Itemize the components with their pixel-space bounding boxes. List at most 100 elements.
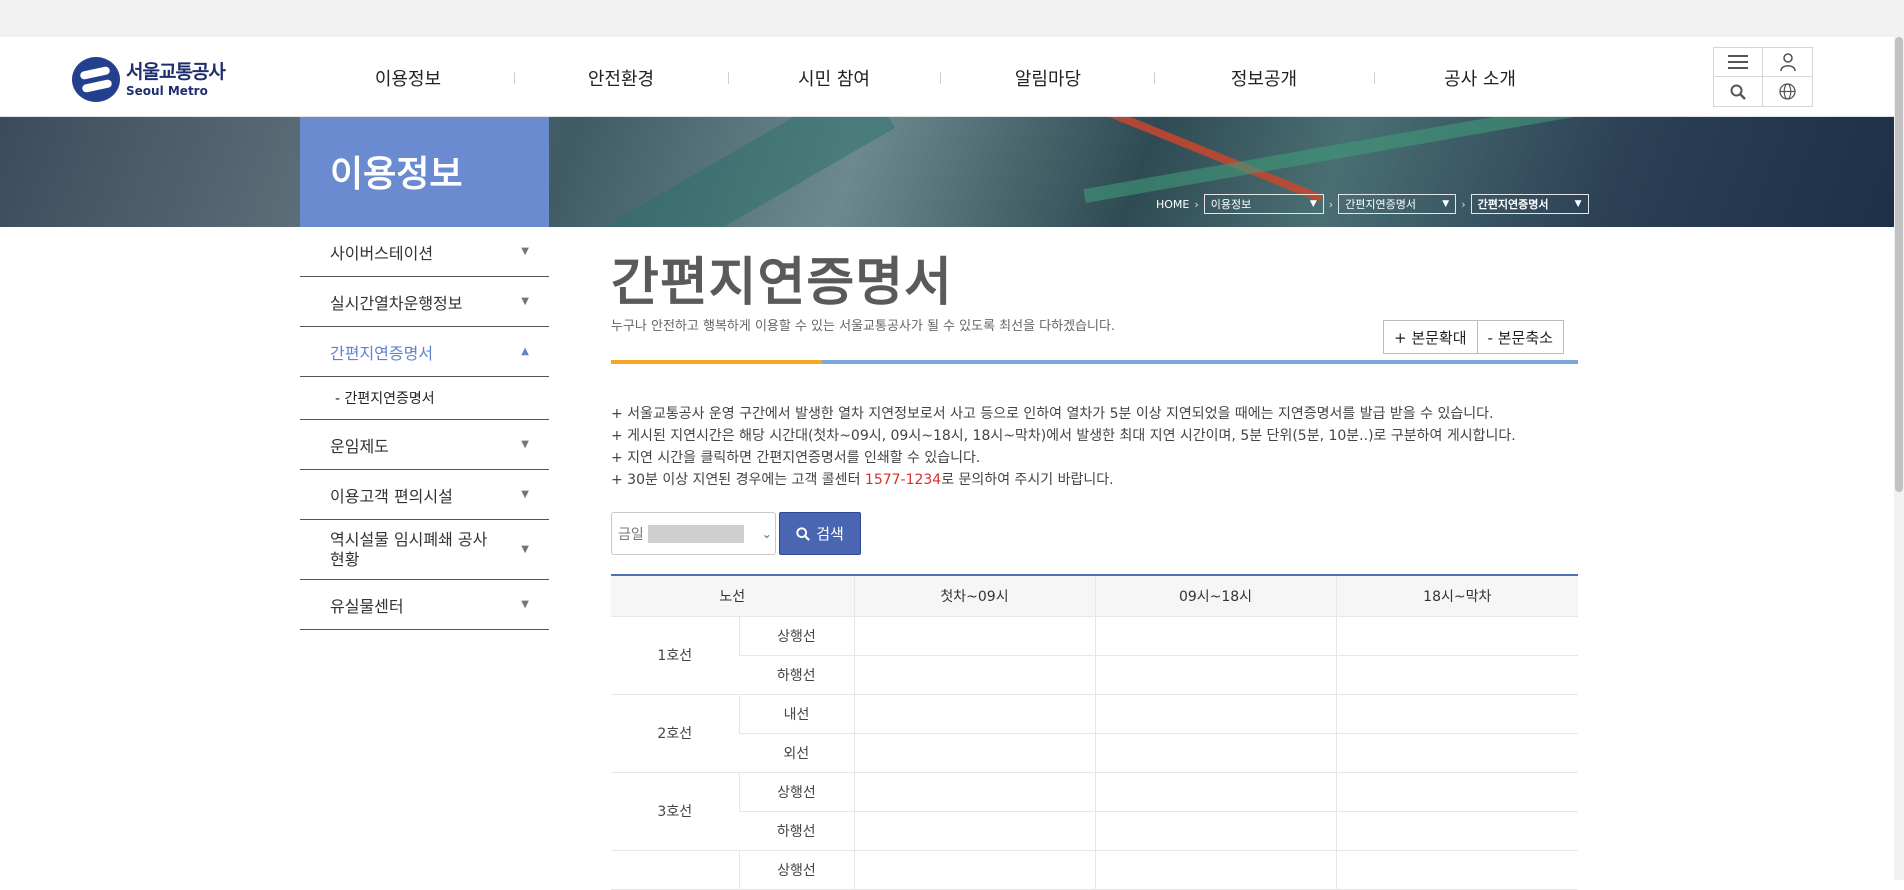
breadcrumb-select-level1[interactable]: 이용정보 ▼ xyxy=(1203,194,1324,214)
delay-cell[interactable] xyxy=(1094,655,1336,695)
delay-cell[interactable] xyxy=(1335,733,1578,773)
sidebar-item-lost-and-found[interactable]: 유실물센터 ▼ xyxy=(300,580,549,630)
nav-divider xyxy=(728,72,729,84)
delay-cell[interactable] xyxy=(853,811,1095,851)
search-icon[interactable] xyxy=(1714,77,1763,106)
direction-cell: 상행선 xyxy=(738,616,854,656)
date-select[interactable]: 금일 ⌄ xyxy=(611,512,776,555)
delay-cell[interactable] xyxy=(1094,850,1336,890)
sidebar-item-convenience-facilities[interactable]: 이용고객 편의시설 ▼ xyxy=(300,470,549,520)
table-row: 2호선 내선 xyxy=(611,694,1578,773)
nav-divider xyxy=(940,72,941,84)
scrollbar-thumb[interactable] xyxy=(1895,37,1903,492)
call-center-phone: 1577-1234 xyxy=(864,472,942,488)
line-name-cell: 3호선 xyxy=(611,772,739,851)
sidebar-item-label: 사이버스테이션 xyxy=(330,243,434,263)
notice-item: + 지연 시간을 클릭하면 간편지연증명서를 인쇄할 수 있습니다. xyxy=(611,450,981,466)
table-row: 상행선 xyxy=(611,850,1578,890)
delay-cell[interactable] xyxy=(1335,850,1578,890)
sidebar-item-delay-certificate[interactable]: 간편지연증명서 ▲ xyxy=(300,327,549,377)
delay-cell[interactable] xyxy=(1094,733,1336,773)
delay-cell[interactable] xyxy=(1335,655,1578,695)
sidebar-subitem-delay-certificate[interactable]: - 간편지연증명서 xyxy=(300,377,549,420)
breadcrumb-separator-icon: › xyxy=(1461,197,1466,211)
delay-cell[interactable] xyxy=(1094,772,1336,812)
delay-cell[interactable] xyxy=(1094,811,1336,851)
sidebar-item-fare-system[interactable]: 운임제도 ▼ xyxy=(300,420,549,470)
chevron-down-icon: ▼ xyxy=(521,489,529,500)
user-icon[interactable] xyxy=(1763,48,1812,77)
column-header-line: 노선 xyxy=(611,574,854,617)
nav-item-info-disclosure[interactable]: 정보공개 xyxy=(1231,65,1297,91)
breadcrumb-level2-label: 간편지연증명서 xyxy=(1345,198,1417,211)
browser-top-strip xyxy=(0,0,1904,37)
chevron-down-icon: ▼ xyxy=(521,439,529,450)
table-row: 하행선 xyxy=(611,811,1578,851)
breadcrumb: HOME › 이용정보 ▼ › 간편지연증명서 ▼ › 간편지연증명서 ▼ xyxy=(1156,194,1589,214)
delay-cell[interactable] xyxy=(853,694,1095,734)
sidebar-item-label: 간편지연증명서 xyxy=(330,343,434,363)
nav-divider xyxy=(1154,72,1155,84)
delay-cell[interactable] xyxy=(1094,616,1336,656)
date-select-value xyxy=(647,524,744,543)
globe-icon[interactable] xyxy=(1763,77,1812,106)
delay-cell[interactable] xyxy=(853,616,1095,656)
breadcrumb-home[interactable]: HOME xyxy=(1156,198,1189,211)
notice-text: 로 문의하여 주시기 바랍니다. xyxy=(941,472,1114,488)
page-title: 간편지연증명서 xyxy=(611,253,953,313)
delay-cell[interactable] xyxy=(1335,772,1578,812)
delay-cell[interactable] xyxy=(853,772,1095,812)
direction-cell: 상행선 xyxy=(738,850,854,890)
sidebar-item-realtime-train[interactable]: 실시간열차운행정보 ▼ xyxy=(300,277,549,327)
zoom-in-button[interactable]: + 본문확대 xyxy=(1383,320,1478,354)
menu-icon[interactable] xyxy=(1714,48,1763,77)
delay-cell[interactable] xyxy=(853,850,1095,890)
nav-item-citizen-participation[interactable]: 시민 참여 xyxy=(798,65,870,91)
breadcrumb-separator-icon: › xyxy=(1328,197,1334,211)
page-scrollbar[interactable] xyxy=(1894,37,1904,880)
notice-text: + 30분 이상 지연된 경우에는 고객 콜센터 xyxy=(611,472,865,488)
line-name-cell xyxy=(611,850,739,890)
search-button[interactable]: 검색 xyxy=(779,512,861,555)
delay-cell[interactable] xyxy=(853,655,1095,695)
breadcrumb-select-level2[interactable]: 간편지연증명서 ▼ xyxy=(1338,194,1457,214)
nav-item-company-intro[interactable]: 공사 소개 xyxy=(1444,65,1516,91)
breadcrumb-separator-icon: › xyxy=(1194,197,1199,211)
table-row: 외선 xyxy=(611,733,1578,773)
nav-item-safety-environment[interactable]: 안전환경 xyxy=(588,65,654,91)
notice-item: + 서울교통공사 운영 구간에서 발생한 열차 지연정보로서 사고 등으로 인하… xyxy=(611,406,1494,422)
date-select-label: 금일 xyxy=(618,526,644,543)
notice-item: + 30분 이상 지연된 경우에는 고객 콜센터 1577-1234로 문의하여… xyxy=(611,469,1516,491)
direction-cell: 하행선 xyxy=(739,655,854,695)
sidebar-item-label: 이용고객 편의시설 xyxy=(330,486,453,506)
chevron-down-icon: ▼ xyxy=(521,599,529,610)
delay-cell[interactable] xyxy=(1335,694,1578,734)
delay-cell[interactable] xyxy=(1094,694,1336,734)
chevron-down-icon: ▼ xyxy=(1309,199,1317,209)
chevron-down-icon: ▼ xyxy=(521,296,529,307)
sidebar-item-label: 역시설물 임시폐쇄 공사현황 xyxy=(330,529,488,569)
breadcrumb-level1-label: 이용정보 xyxy=(1210,198,1252,211)
chevron-down-icon: ▼ xyxy=(1574,199,1582,209)
table-row: 하행선 xyxy=(611,655,1578,695)
sidebar-item-cyber-station[interactable]: 사이버스테이션 ▼ xyxy=(300,227,549,277)
line-name-cell: 1호선 xyxy=(611,616,739,695)
seoul-metro-logo[interactable]: 서울교통공사 Seoul Metro xyxy=(72,57,226,102)
delay-cell[interactable] xyxy=(1335,811,1578,851)
nav-divider xyxy=(514,72,515,84)
direction-cell: 내선 xyxy=(738,694,854,734)
nav-item-notice-board[interactable]: 알림마당 xyxy=(1015,65,1081,91)
section-banner xyxy=(0,117,1894,227)
zoom-out-button[interactable]: - 본문축소 xyxy=(1477,320,1564,354)
delay-cell[interactable] xyxy=(853,733,1095,773)
column-header-09-to-18: 09시~18시 xyxy=(1094,574,1336,617)
nav-item-usage-info[interactable]: 이용정보 xyxy=(375,65,441,91)
breadcrumb-select-level3[interactable]: 간편지연증명서 ▼ xyxy=(1470,194,1589,214)
direction-cell: 상행선 xyxy=(738,772,854,812)
sidebar-item-facility-closure[interactable]: 역시설물 임시폐쇄 공사현황 ▼ xyxy=(300,520,549,580)
sidebar-item-label: 실시간열차운행정보 xyxy=(330,293,463,313)
nav-divider xyxy=(1374,72,1375,84)
delay-cell[interactable] xyxy=(1335,616,1578,656)
notice-item: + 게시된 지연시간은 해당 시간대(첫차~09시, 09시~18시, 18시~… xyxy=(611,428,1516,444)
logo-english-text: Seoul Metro xyxy=(126,83,208,98)
